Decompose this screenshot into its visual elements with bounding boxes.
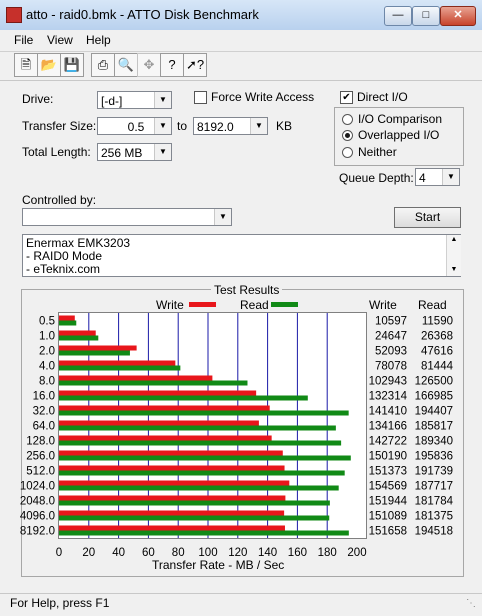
write-bar	[59, 465, 285, 471]
x-tick-label: 180	[318, 547, 337, 559]
write-value: 102943	[369, 376, 407, 388]
write-bar	[59, 360, 176, 366]
benchmark-chart: 0 20 40 60 80 100 120 140 160 180 2000.5 10597 11590…	[20, 313, 454, 559]
x-tick-label: 200	[347, 547, 366, 559]
category-label: 8192.0	[20, 526, 55, 538]
write-value: 78078	[375, 361, 407, 373]
read-bar	[59, 395, 308, 401]
read-value: 81444	[421, 361, 454, 373]
resize-grip-icon[interactable]: ⋱	[466, 598, 476, 609]
write-value: 132314	[369, 391, 408, 403]
read-value: 166985	[415, 391, 453, 403]
read-value: 11590	[422, 316, 453, 328]
write-bar	[59, 375, 213, 381]
read-value: 181375	[415, 511, 453, 523]
write-value: 151658	[369, 526, 407, 538]
read-value: 187717	[415, 481, 453, 493]
read-value: 126500	[415, 376, 453, 388]
write-value: 151373	[369, 466, 407, 478]
write-bar	[59, 450, 283, 456]
x-tick-label: 0	[56, 547, 62, 559]
read-bar	[59, 455, 351, 461]
write-bar	[59, 390, 257, 396]
category-label: 64.0	[33, 421, 55, 433]
category-label: 128.0	[26, 436, 55, 448]
read-bar	[59, 335, 99, 341]
read-bar	[59, 425, 336, 431]
read-value: 47616	[421, 346, 453, 358]
read-value: 181784	[415, 496, 454, 508]
write-value: 154569	[369, 481, 407, 493]
read-value: 185817	[415, 421, 453, 433]
x-tick-label: 40	[112, 547, 125, 559]
write-bar	[59, 420, 259, 426]
read-bar	[59, 470, 345, 476]
write-value: 141410	[369, 406, 407, 418]
read-bar	[59, 380, 248, 386]
write-bar	[59, 480, 290, 486]
x-tick-label: 20	[82, 547, 95, 559]
write-bar	[59, 405, 270, 411]
read-value: 26368	[421, 331, 453, 343]
category-label: 2.0	[39, 346, 55, 358]
category-label: 16.0	[33, 391, 55, 403]
category-label: 4096.0	[20, 511, 55, 523]
category-label: 32.0	[33, 406, 55, 418]
read-bar	[59, 530, 349, 536]
write-value: 142722	[369, 436, 407, 448]
category-label: 4.0	[39, 361, 55, 373]
write-bar	[59, 345, 137, 351]
write-bar	[59, 435, 272, 441]
write-value: 151944	[369, 496, 408, 508]
read-bar	[59, 320, 77, 326]
x-tick-label: 160	[288, 547, 307, 559]
write-value: 24647	[375, 331, 407, 343]
read-value: 194407	[415, 406, 453, 418]
category-label: 1.0	[39, 331, 55, 343]
read-value: 195836	[415, 451, 453, 463]
write-value: 134166	[369, 421, 407, 433]
write-bar	[59, 315, 75, 321]
read-bar	[59, 500, 330, 506]
read-bar	[59, 440, 342, 446]
read-value: 189340	[415, 436, 453, 448]
read-bar	[59, 365, 181, 371]
write-value: 52093	[375, 346, 407, 358]
category-label: 1024.0	[20, 481, 55, 493]
category-label: 256.0	[26, 451, 55, 463]
write-bar	[59, 525, 285, 531]
read-bar	[59, 410, 349, 416]
category-label: 0.5	[39, 316, 55, 328]
category-label: 8.0	[39, 376, 55, 388]
read-value: 191739	[415, 466, 453, 478]
write-value: 151089	[369, 511, 407, 523]
write-value: 150190	[369, 451, 407, 463]
category-label: 2048.0	[20, 496, 55, 508]
read-bar	[59, 515, 330, 521]
read-value: 194518	[415, 526, 453, 538]
category-label: 512.0	[26, 466, 55, 478]
write-bar	[59, 510, 285, 516]
read-bar	[59, 350, 130, 356]
read-bar	[59, 485, 339, 491]
status-text: For Help, press F1	[10, 596, 110, 610]
write-bar	[59, 495, 286, 501]
write-value: 10597	[375, 316, 407, 328]
write-bar	[59, 330, 96, 336]
x-axis-label: Transfer Rate - MB / Sec	[152, 558, 285, 572]
